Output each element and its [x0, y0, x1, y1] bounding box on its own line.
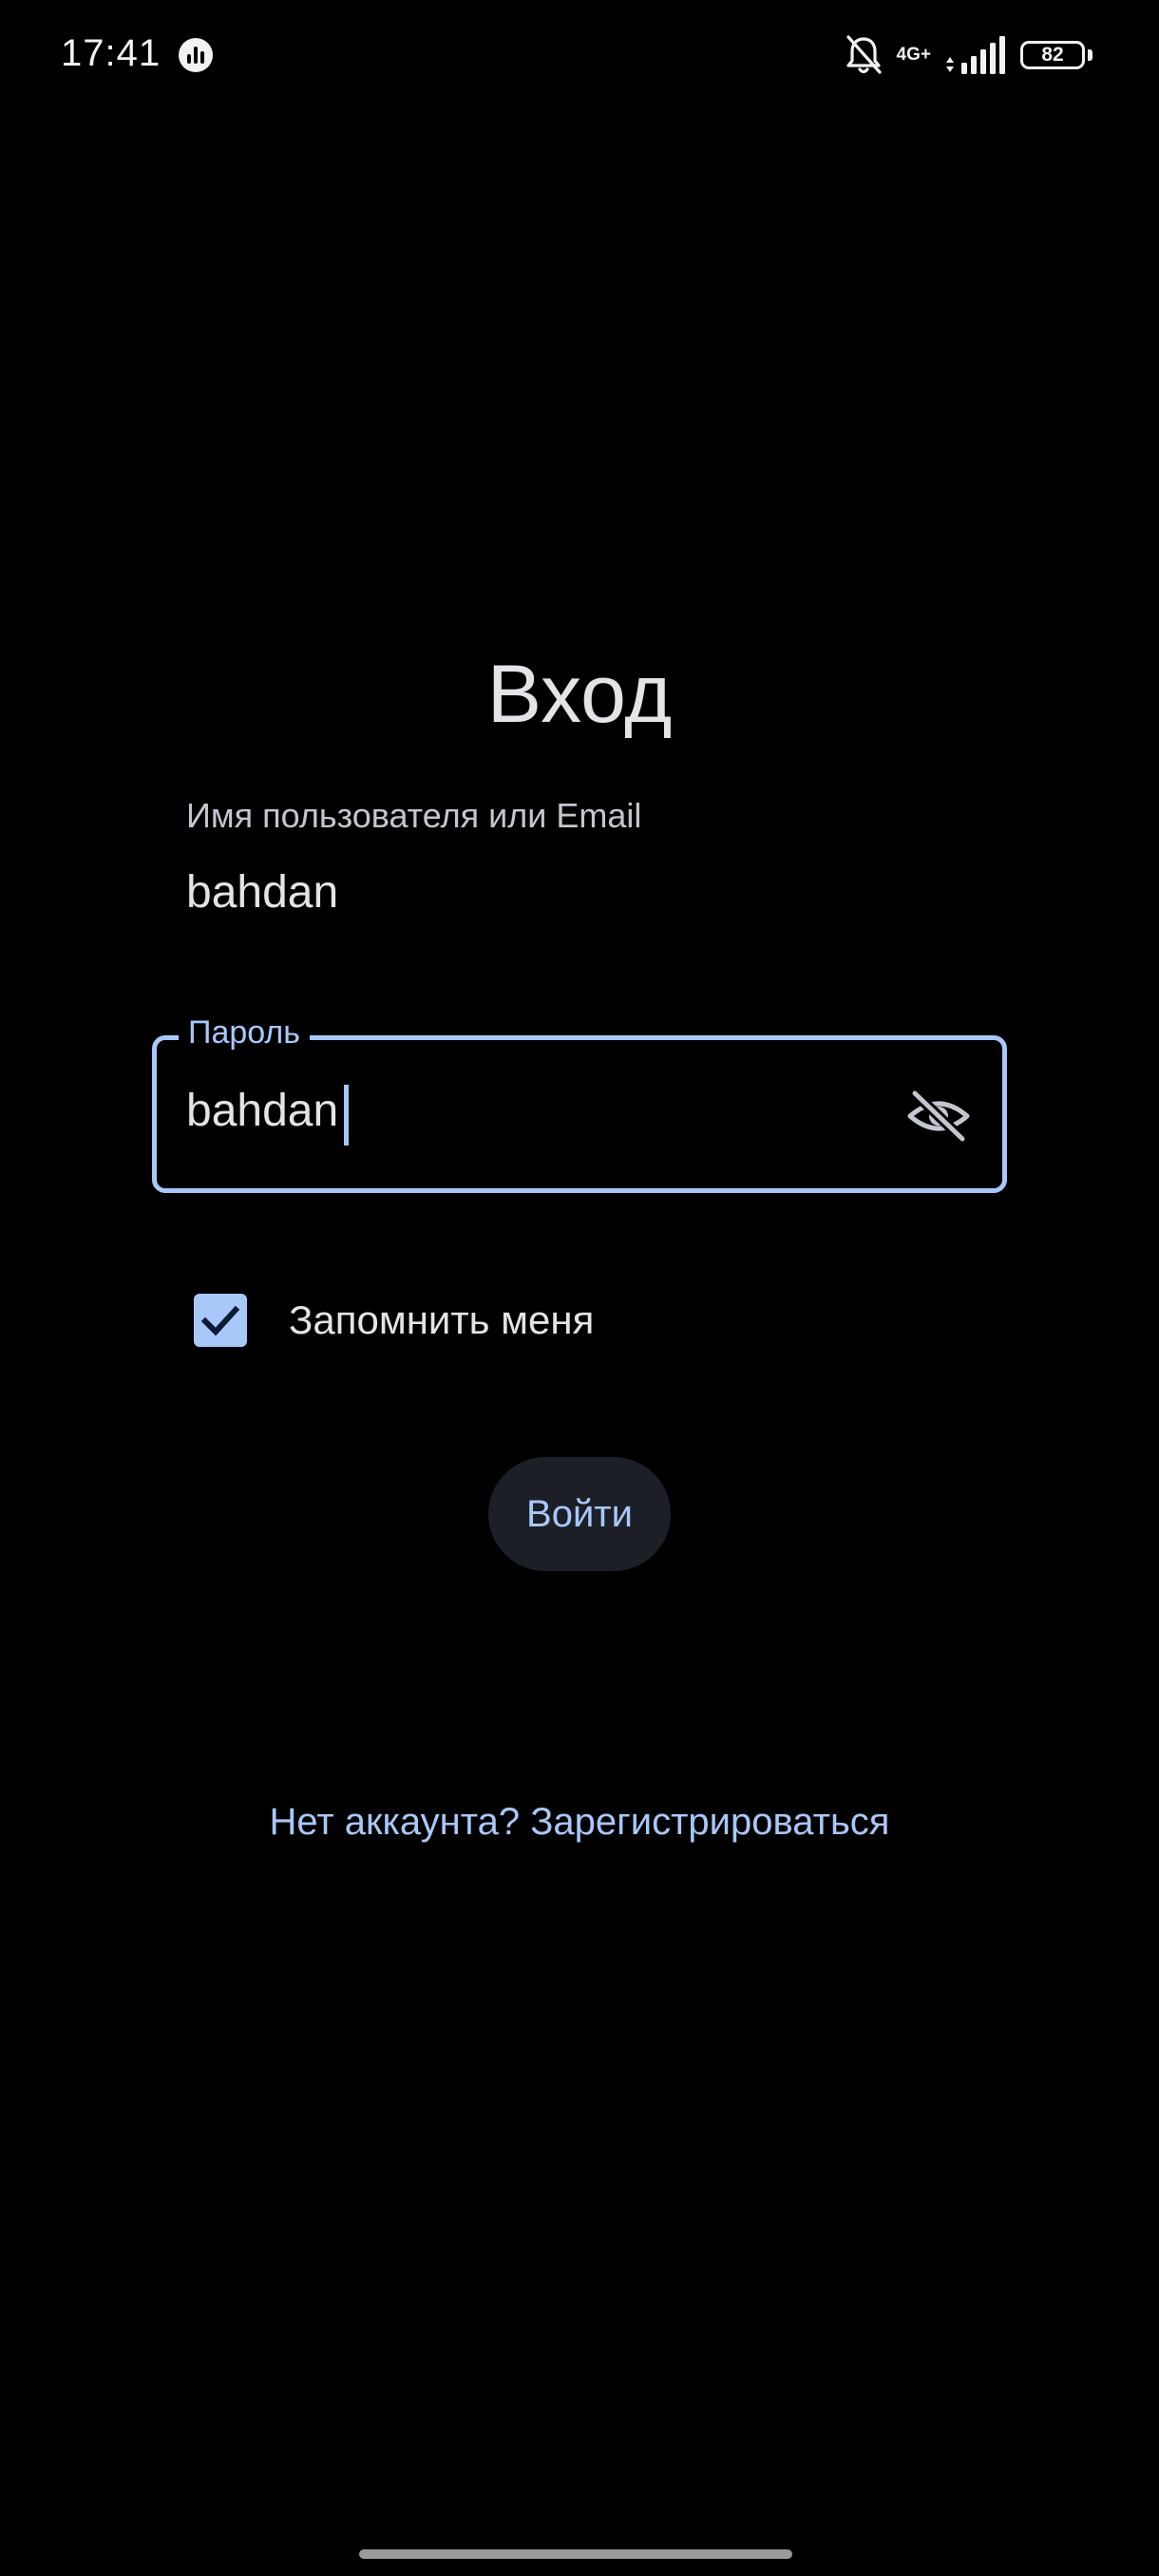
username-input[interactable]: bahdan	[186, 866, 338, 919]
home-indicator[interactable]	[359, 2549, 792, 2559]
battery-level: 82	[1020, 41, 1085, 69]
remember-me-checkbox[interactable]	[194, 1294, 247, 1347]
username-label: Имя пользователя или Email	[186, 796, 642, 835]
password-label: Пароль	[179, 1014, 310, 1051]
network-type: 4G+	[896, 45, 931, 65]
login-button[interactable]: Войти	[488, 1457, 671, 1571]
text-caret	[344, 1085, 349, 1146]
checkmark-icon	[200, 1305, 240, 1336]
eye-off-icon	[907, 1088, 970, 1145]
analytics-icon	[179, 38, 213, 72]
signal-bars-icon	[946, 36, 1005, 74]
password-visibility-toggle[interactable]	[902, 1083, 975, 1149]
bell-off-icon	[846, 35, 882, 74]
battery-icon: 82	[1020, 39, 1092, 71]
password-input[interactable]: bahdan	[186, 1085, 338, 1137]
register-link[interactable]: Нет аккаунта? Зарегистрироваться	[0, 1801, 1159, 1844]
remember-me-label[interactable]: Запомнить меня	[289, 1297, 594, 1343]
status-time: 17:41	[61, 32, 162, 74]
status-bar: 17:41 4G+ 82	[0, 0, 1159, 114]
page-title: Вход	[486, 649, 673, 740]
status-indicators: 4G+ 82	[844, 30, 1092, 80]
